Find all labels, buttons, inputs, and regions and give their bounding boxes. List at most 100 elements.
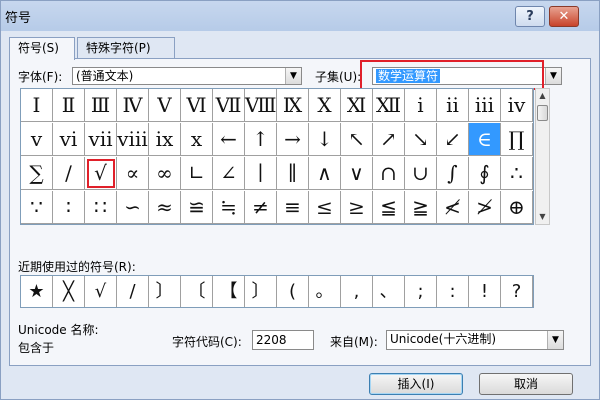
from-label: 来自(M): [330, 335, 378, 349]
symbol-cell[interactable]: ≧ [405, 191, 437, 224]
symbol-cell[interactable]: Ⅵ [181, 89, 213, 122]
chevron-down-icon[interactable]: ▼ [547, 331, 563, 349]
symbol-cell[interactable]: ∷ [85, 191, 117, 224]
symbol-cell[interactable]: ≥ [341, 191, 373, 224]
recent-symbol-cell[interactable]: 〕 [245, 276, 277, 307]
symbol-cell[interactable]: ∴ [501, 157, 533, 190]
symbol-cell[interactable]: ⊕ [501, 191, 533, 224]
symbol-cell[interactable]: ∠ [213, 157, 245, 190]
tab-symbols[interactable]: 符号(S) [9, 37, 75, 60]
symbol-cell[interactable]: Ⅲ [85, 89, 117, 122]
recent-symbol-cell[interactable]: ★ [21, 276, 53, 307]
recent-symbol-cell[interactable]: ╳ [53, 276, 85, 307]
chevron-down-icon[interactable]: ▼ [285, 68, 301, 84]
recent-symbol-cell[interactable]: ; [405, 276, 437, 307]
symbol-cell[interactable]: ⅸ [149, 123, 181, 156]
symbol-cell[interactable]: ≮ [437, 191, 469, 224]
symbol-cell[interactable]: Ⅰ [21, 89, 53, 122]
symbol-cell[interactable]: ⅲ [469, 89, 501, 122]
symbol-cell[interactable]: ↗ [373, 123, 405, 156]
symbol-cell[interactable]: ∧ [309, 157, 341, 190]
cancel-button[interactable]: 取消 [479, 373, 573, 395]
symbol-cell[interactable]: → [277, 123, 309, 156]
recent-symbol-cell[interactable]: 、 [373, 276, 405, 307]
symbol-cell[interactable]: ↖ [341, 123, 373, 156]
recent-symbol-cell[interactable]: ( [277, 276, 309, 307]
symbol-cell[interactable]: ≤ [309, 191, 341, 224]
symbol-cell[interactable]: Ⅶ [213, 89, 245, 122]
symbol-cell[interactable]: ⅷ [117, 123, 149, 156]
symbol-cell[interactable]: ↑ [245, 123, 277, 156]
symbol-cell[interactable]: Ⅸ [277, 89, 309, 122]
recent-symbol-cell[interactable]: √ [85, 276, 117, 307]
recent-symbol-cell[interactable]: 〕 [149, 276, 181, 307]
symbol-dialog: 符号 ? ✕ 符号(S) 特殊字符(P) 字体(F): (普通文本) ▼ 子集(… [0, 0, 600, 400]
symbol-cell[interactable]: √ [85, 157, 117, 190]
symbol-cell[interactable]: ↓ [309, 123, 341, 156]
symbol-cell[interactable]: ≯ [469, 191, 501, 224]
recent-symbol-cell[interactable]: : [437, 276, 469, 307]
symbol-cell[interactable]: ≦ [373, 191, 405, 224]
symbol-cell[interactable]: ← [213, 123, 245, 156]
help-button[interactable]: ? [515, 6, 545, 27]
symbol-cell[interactable]: ∑ [21, 157, 53, 190]
symbol-cell[interactable]: ⅰ [405, 89, 437, 122]
symbol-grid-scrollbar[interactable]: ▲ ▼ [535, 88, 550, 225]
symbol-cell[interactable]: ⅶ [85, 123, 117, 156]
from-select[interactable]: Unicode(十六进制) ▼ [386, 330, 564, 350]
recent-symbol-cell[interactable]: / [117, 276, 149, 307]
char-code-input[interactable]: 2208 [252, 330, 314, 350]
symbol-cell[interactable]: ∕ [53, 157, 85, 190]
symbol-cell[interactable]: ∥ [277, 157, 309, 190]
insert-button[interactable]: 插入(I) [369, 373, 463, 395]
tab-special-characters[interactable]: 特殊字符(P) [77, 37, 175, 59]
recent-symbol-cell[interactable]: 〔 [181, 276, 213, 307]
symbol-cell[interactable]: Ⅺ [341, 89, 373, 122]
symbol-cell[interactable]: ≠ [245, 191, 277, 224]
unicode-name-label: Unicode 名称: [18, 323, 99, 337]
symbol-cell[interactable]: Ⅳ [117, 89, 149, 122]
scroll-thumb[interactable] [537, 105, 548, 121]
font-select[interactable]: (普通文本) ▼ [72, 67, 302, 85]
symbol-cell[interactable]: ⅴ [21, 123, 53, 156]
symbol-cell[interactable]: ⅵ [53, 123, 85, 156]
symbol-cell[interactable]: ∵ [21, 191, 53, 224]
symbol-cell[interactable]: ∮ [469, 157, 501, 190]
symbol-cell[interactable]: ∫ [437, 157, 469, 190]
symbol-cell[interactable]: ∈ [469, 123, 501, 156]
symbol-cell[interactable]: Ⅷ [245, 89, 277, 122]
symbol-cell[interactable]: ∣ [245, 157, 277, 190]
symbol-cell[interactable]: Ⅱ [53, 89, 85, 122]
symbol-cell[interactable]: ∏ [501, 123, 533, 156]
symbol-cell[interactable]: ≡ [277, 191, 309, 224]
recent-symbol-cell[interactable]: ! [469, 276, 501, 307]
recent-symbol-cell[interactable]: , [341, 276, 373, 307]
symbol-cell[interactable]: ∪ [405, 157, 437, 190]
symbol-cell[interactable]: ∽ [117, 191, 149, 224]
symbol-cell[interactable]: ≌ [181, 191, 213, 224]
symbol-cell[interactable]: ∟ [181, 157, 213, 190]
scroll-down-icon[interactable]: ▼ [536, 210, 549, 224]
recent-symbol-cell[interactable]: 。 [309, 276, 341, 307]
symbol-cell[interactable]: Ⅴ [149, 89, 181, 122]
symbol-cell[interactable]: ⅳ [501, 89, 533, 122]
symbol-cell[interactable]: ∝ [117, 157, 149, 190]
symbol-cell[interactable]: ∶ [53, 191, 85, 224]
chevron-down-icon[interactable]: ▼ [545, 68, 561, 84]
symbol-cell[interactable]: ⅹ [181, 123, 213, 156]
symbol-cell[interactable]: ⅱ [437, 89, 469, 122]
scroll-up-icon[interactable]: ▲ [536, 89, 549, 103]
symbol-cell[interactable]: ∨ [341, 157, 373, 190]
symbol-cell[interactable]: ∞ [149, 157, 181, 190]
symbol-cell[interactable]: ≒ [213, 191, 245, 224]
symbol-cell[interactable]: ≈ [149, 191, 181, 224]
symbol-cell[interactable]: ↘ [405, 123, 437, 156]
symbol-cell[interactable]: ∩ [373, 157, 405, 190]
symbol-cell[interactable]: Ⅹ [309, 89, 341, 122]
symbol-cell[interactable]: ↙ [437, 123, 469, 156]
recent-symbol-cell[interactable]: ? [501, 276, 533, 307]
symbol-cell[interactable]: Ⅻ [373, 89, 405, 122]
close-button[interactable]: ✕ [549, 6, 579, 27]
dialog-title: 符号 [5, 11, 32, 26]
recent-symbol-cell[interactable]: 【 [213, 276, 245, 307]
